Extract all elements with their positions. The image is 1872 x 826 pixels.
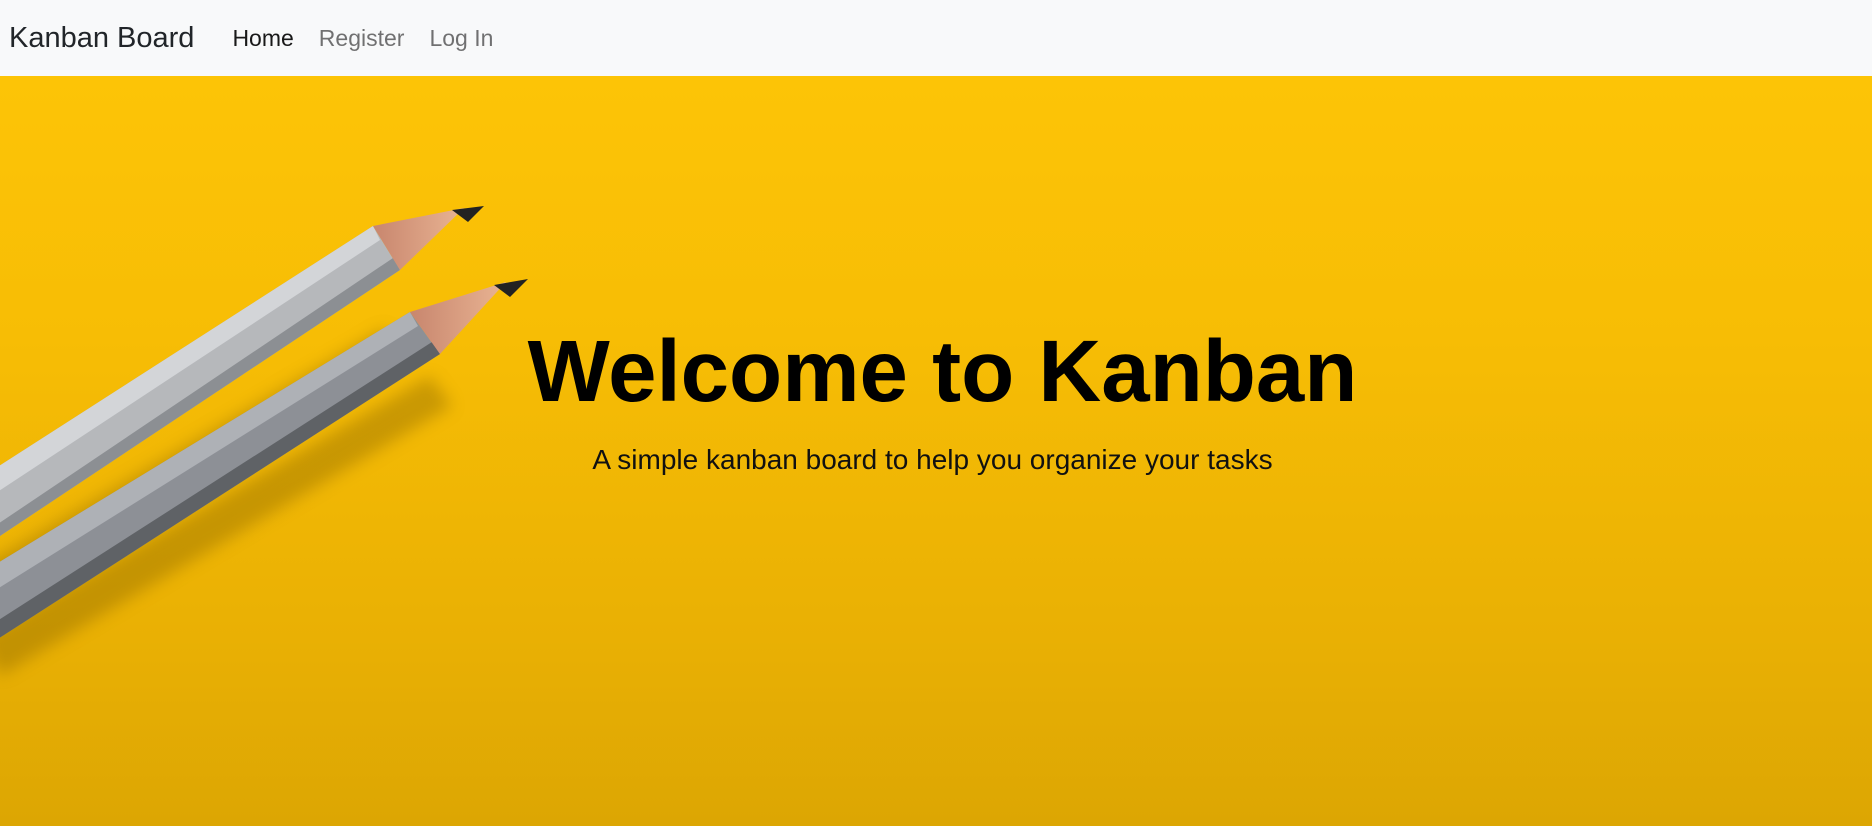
nav-link-register[interactable]: Register [319,25,405,52]
hero-title: Welcome to Kanban [527,323,1358,420]
hero-text-container: Welcome to Kanban A simple kanban board … [0,76,1872,826]
nav-link-login[interactable]: Log In [429,25,493,52]
hero-subtitle: A simple kanban board to help you organi… [592,444,1273,475]
brand-link[interactable]: Kanban Board [9,22,194,55]
navbar: Kanban Board Home Register Log In [0,0,1872,76]
nav-links: Home Register Log In [232,25,518,52]
nav-link-home[interactable]: Home [232,25,293,52]
hero-section: Welcome to Kanban A simple kanban board … [0,76,1872,826]
